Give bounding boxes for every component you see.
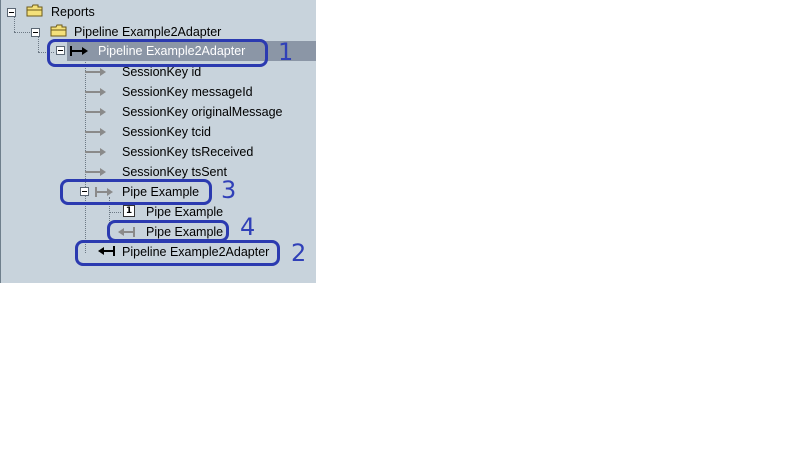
tree-node-label: Pipe Example [146, 205, 224, 219]
callout-box-1 [47, 39, 268, 67]
gray-arrow-icon [85, 108, 106, 116]
tree-node-label: SessionKey messageId [122, 85, 253, 99]
callout-number-3: 3 [221, 176, 237, 204]
folder-icon [26, 4, 43, 17]
gray-arrow-icon [85, 168, 106, 176]
gray-arrow-icon [85, 68, 106, 76]
collapse-toggle-icon[interactable] [31, 28, 40, 37]
gray-arrow-icon [85, 148, 106, 156]
tree-line [14, 32, 30, 33]
callout-number-4: 4 [240, 213, 256, 241]
tree-line [109, 212, 121, 213]
callout-number-1: 1 [278, 38, 294, 66]
tree-node-label: SessionKey originalMessage [122, 105, 283, 119]
callout-box-3 [60, 179, 212, 205]
tree-node-label: Reports [51, 5, 95, 19]
callout-box-4 [107, 220, 229, 242]
tree-line [38, 37, 39, 52]
tree-node-label: SessionKey tcid [122, 125, 211, 139]
callout-number-2: 2 [291, 239, 307, 267]
callout-box-2 [75, 240, 280, 266]
gray-arrow-icon [85, 88, 106, 96]
gray-arrow-icon [85, 128, 106, 136]
tree-node-label: SessionKey tsReceived [122, 145, 254, 159]
folder-icon [50, 24, 67, 37]
step-number-icon: 1 [123, 205, 135, 217]
collapse-toggle-icon[interactable] [7, 8, 16, 17]
tree-line [14, 17, 15, 32]
